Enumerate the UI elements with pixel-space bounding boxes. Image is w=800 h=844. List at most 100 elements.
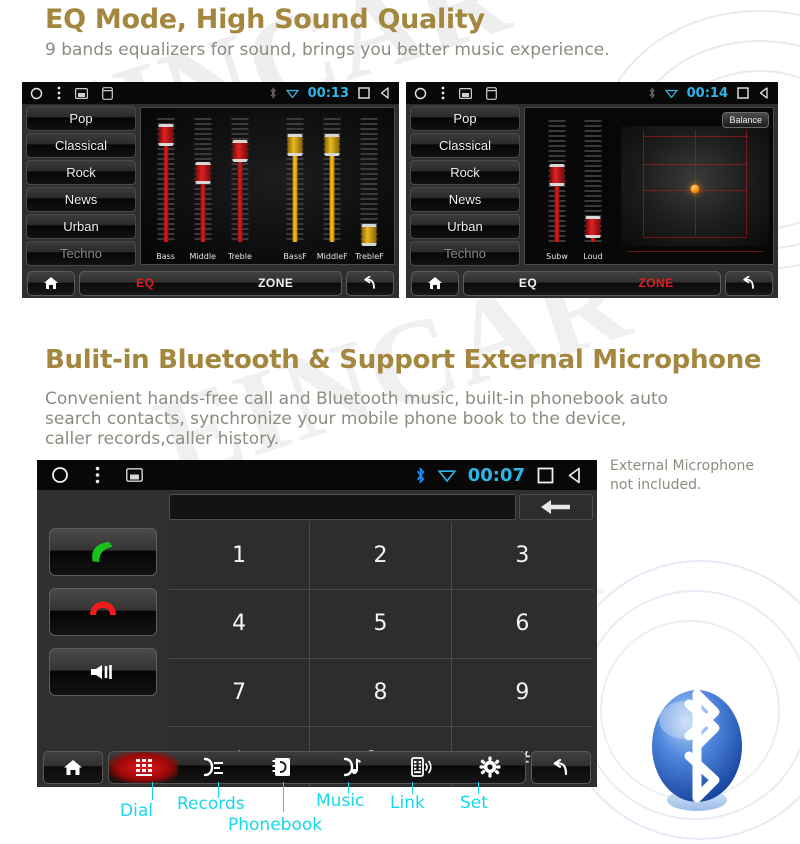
- key-7[interactable]: 7: [169, 658, 311, 727]
- balance-gridline: [643, 136, 747, 137]
- eq-preset-news[interactable]: News: [410, 187, 520, 212]
- tab-eq[interactable]: EQ: [80, 272, 211, 295]
- nav-link[interactable]: [386, 752, 455, 783]
- square-icon[interactable]: [737, 87, 749, 99]
- equalizer-panel[interactable]: Bass Middle Treble BassF MiddleF TrebleF: [140, 107, 395, 265]
- eq-preset-urban[interactable]: Urban: [410, 214, 520, 239]
- eq-slider[interactable]: TrebleF: [351, 108, 388, 264]
- screenshot-icon[interactable]: [75, 87, 88, 99]
- back-triangle-icon[interactable]: [379, 87, 391, 99]
- page-subtitle-bluetooth-line1: Convenient hands-free call and Bluetooth…: [45, 389, 669, 409]
- callout-set: Set: [460, 793, 488, 813]
- callout-leader-phonebook: [283, 782, 284, 812]
- home-button[interactable]: [43, 750, 103, 784]
- mute-button[interactable]: [49, 648, 157, 696]
- eq-preset-techno[interactable]: Techno: [410, 241, 520, 266]
- key-3[interactable]: 3: [451, 522, 593, 591]
- nav-dial[interactable]: [109, 751, 179, 783]
- tab-zone[interactable]: ZONE: [592, 272, 720, 295]
- end-call-button[interactable]: [49, 588, 157, 636]
- tab-zone[interactable]: ZONE: [211, 272, 342, 295]
- eq-preset-list[interactable]: Pop Classical Rock News Urban Techno: [22, 104, 139, 268]
- overflow-menu-icon[interactable]: [441, 86, 445, 100]
- nav-music[interactable]: [317, 752, 386, 783]
- eq-preset-classical[interactable]: Classical: [26, 133, 136, 158]
- home-button[interactable]: [27, 270, 75, 296]
- backspace-arrow-icon: [539, 499, 573, 515]
- eq-slider[interactable]: Middle: [184, 108, 221, 264]
- callout-phonebook: Phonebook: [228, 815, 323, 835]
- bluetooth-logo: [645, 688, 750, 818]
- balance-chip[interactable]: Balance: [722, 112, 769, 128]
- eq-slider-label: Treble: [227, 252, 252, 261]
- back-button[interactable]: [725, 270, 773, 296]
- tab-eq[interactable]: EQ: [464, 272, 592, 295]
- nav-phonebook[interactable]: [248, 752, 317, 783]
- phone-nav-strip[interactable]: [108, 750, 526, 784]
- eq-slider[interactable]: Treble: [221, 108, 258, 264]
- key-4[interactable]: 4: [169, 590, 311, 659]
- back-triangle-icon[interactable]: [758, 87, 770, 99]
- back-button[interactable]: [531, 750, 591, 784]
- page-subtitle-bluetooth-line3: caller records,caller history.: [45, 429, 280, 449]
- eq-slider[interactable]: Loud: [575, 108, 611, 264]
- answer-call-button[interactable]: [49, 528, 157, 576]
- wifi-icon: [437, 468, 456, 482]
- eq-zone-tabs[interactable]: EQ ZONE: [79, 270, 342, 296]
- backspace-button[interactable]: [519, 494, 593, 520]
- phone-number-input[interactable]: [169, 494, 516, 520]
- phone-handset-green-icon: [86, 539, 120, 565]
- home-circle-icon[interactable]: [51, 466, 69, 484]
- eq-slider[interactable]: Bass: [147, 108, 184, 264]
- eq-preset-news[interactable]: News: [26, 187, 136, 212]
- eq-slider[interactable]: MiddleF: [314, 108, 351, 264]
- eq-slider[interactable]: Subw: [539, 108, 575, 264]
- eq-screen-zone[interactable]: 00:14 Pop Classical Rock News Urban Tech…: [406, 82, 778, 298]
- eq-preset-urban[interactable]: Urban: [26, 214, 136, 239]
- key-2[interactable]: 2: [310, 522, 452, 591]
- eq-zone-tabs[interactable]: EQ ZONE: [463, 270, 721, 296]
- key-9[interactable]: 9: [451, 659, 593, 727]
- zone-balance-panel[interactable]: Subw Loud Balance: [524, 107, 774, 265]
- recent-apps-icon[interactable]: [486, 86, 497, 100]
- square-icon[interactable]: [358, 87, 370, 99]
- bt-music-icon: [341, 756, 363, 778]
- home-circle-icon[interactable]: [414, 87, 427, 100]
- recent-apps-icon[interactable]: [102, 86, 113, 100]
- key-1[interactable]: 1: [169, 522, 311, 591]
- balance-gridline: [627, 251, 763, 252]
- bluetooth-icon: [648, 87, 656, 99]
- eq-preset-pop[interactable]: Pop: [26, 106, 136, 131]
- eq-screen-main[interactable]: 00:13 Pop Classical Rock News Urban Tech…: [22, 82, 399, 298]
- eq-preset-techno[interactable]: Techno: [26, 241, 136, 266]
- home-button[interactable]: [411, 270, 459, 296]
- phone-dialer-screen[interactable]: 00:07 1 2 3 4 5 6 7 8 9: [37, 460, 597, 787]
- eq-preset-rock[interactable]: Rock: [410, 160, 520, 185]
- eq-preset-classical[interactable]: Classical: [410, 133, 520, 158]
- overflow-menu-icon[interactable]: [57, 86, 61, 100]
- square-icon[interactable]: [537, 467, 554, 484]
- nav-set[interactable]: [456, 752, 525, 783]
- key-8[interactable]: 8: [310, 658, 452, 727]
- nav-records[interactable]: [178, 752, 247, 783]
- status-bar: 00:13: [22, 82, 399, 104]
- screenshot-icon[interactable]: [126, 468, 143, 482]
- balance-position-dot[interactable]: [690, 184, 700, 194]
- eq-slider-label: Subw: [546, 252, 568, 261]
- eq-preset-pop[interactable]: Pop: [410, 106, 520, 131]
- back-triangle-icon[interactable]: [566, 467, 583, 484]
- key-5[interactable]: 5: [310, 590, 452, 659]
- screenshot-icon[interactable]: [459, 87, 472, 99]
- call-control-column: [37, 490, 169, 787]
- status-bar: 00:14: [406, 82, 778, 104]
- balance-gridline: [695, 130, 696, 236]
- eq-slider[interactable]: BassF: [277, 108, 314, 264]
- back-button[interactable]: [346, 270, 394, 296]
- key-6[interactable]: 6: [451, 590, 593, 659]
- eq-preset-list[interactable]: Pop Classical Rock News Urban Techno: [406, 104, 523, 268]
- eq-preset-rock[interactable]: Rock: [26, 160, 136, 185]
- home-circle-icon[interactable]: [30, 87, 43, 100]
- callout-leader-dial: [152, 782, 153, 800]
- keypad-icon: [133, 756, 155, 778]
- overflow-menu-icon[interactable]: [95, 466, 100, 484]
